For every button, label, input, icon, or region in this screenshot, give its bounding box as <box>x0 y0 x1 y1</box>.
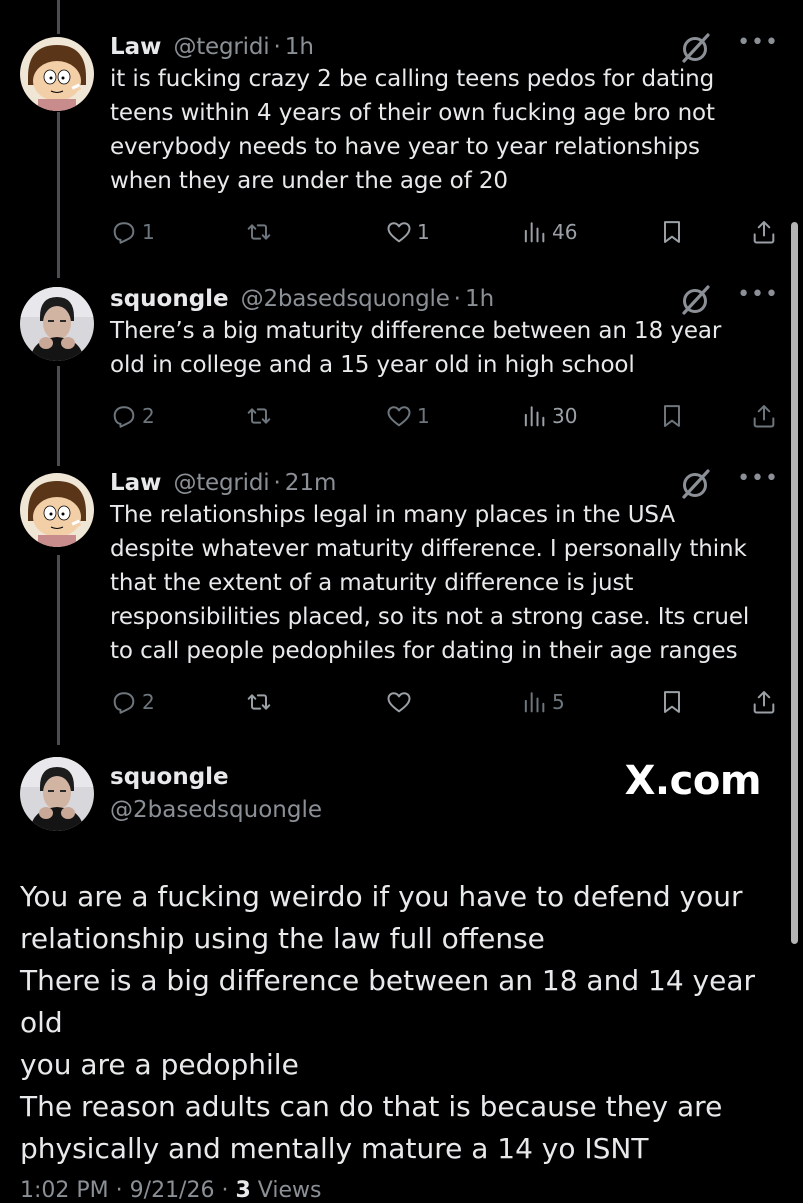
like-icon <box>385 218 413 246</box>
reply-icon <box>110 218 138 246</box>
photo-avatar-image <box>20 287 94 361</box>
author-name[interactable]: Law <box>110 470 161 496</box>
like-button[interactable] <box>385 684 417 720</box>
thread-line <box>57 555 60 745</box>
views-count: 30 <box>552 404 578 428</box>
grok-icon[interactable] <box>681 469 711 499</box>
bookmark-button[interactable] <box>658 684 686 720</box>
avatar[interactable] <box>20 473 94 547</box>
reply-icon <box>110 402 138 430</box>
author-name[interactable]: Law <box>110 34 161 60</box>
tweet-actions: 2 1 30 <box>110 398 780 434</box>
views-label: Views <box>257 1178 322 1203</box>
avatar[interactable] <box>20 287 94 361</box>
thread-line <box>57 366 60 466</box>
author-handle[interactable]: @2basedsquongle <box>241 286 450 312</box>
xcom-watermark: X.com <box>624 758 762 804</box>
views-button[interactable]: 46 <box>520 214 577 250</box>
separator-dot: · <box>273 34 281 60</box>
like-button[interactable]: 1 <box>385 214 430 250</box>
like-count: 1 <box>417 220 430 244</box>
author-name[interactable]: squongle <box>110 286 229 312</box>
repost-icon <box>245 218 273 246</box>
views-total: 3 <box>235 1178 251 1203</box>
share-icon <box>750 218 778 246</box>
separator-dot: · <box>115 1178 123 1203</box>
cartoon-avatar-image <box>20 37 94 111</box>
scrollbar[interactable] <box>791 222 798 944</box>
post-date[interactable]: 9/21/26 <box>130 1178 215 1203</box>
tweet[interactable]: squongle @2basedsquongle · 1h ••• There’… <box>110 282 779 382</box>
views-count: 46 <box>552 220 578 244</box>
post-time[interactable]: 1:02 PM <box>20 1178 109 1203</box>
photo-avatar-image <box>20 757 94 831</box>
tweet-time[interactable]: 1h <box>285 34 314 60</box>
main-author-handle[interactable]: @2basedsquongle <box>110 797 322 823</box>
reply-button[interactable]: 2 <box>110 398 155 434</box>
share-button[interactable] <box>750 214 778 250</box>
tweet-time[interactable]: 21m <box>285 470 337 496</box>
thread-line <box>57 112 60 278</box>
repost-icon <box>245 688 273 716</box>
like-icon <box>385 688 413 716</box>
tweet[interactable]: Law @tegridi · 21m ••• The relationships… <box>110 466 779 668</box>
like-button[interactable]: 1 <box>385 398 430 434</box>
avatar[interactable] <box>20 37 94 111</box>
views-button[interactable]: 5 <box>520 684 565 720</box>
tweet-time[interactable]: 1h <box>465 286 494 312</box>
tweet-text: The relationships legal in many places i… <box>110 502 750 664</box>
author-handle[interactable]: @tegridi <box>173 470 269 496</box>
share-icon <box>750 402 778 430</box>
bookmark-icon <box>658 688 686 716</box>
separator-dot: · <box>221 1178 229 1203</box>
views-icon <box>520 402 548 430</box>
main-author-name[interactable]: squongle <box>110 764 229 790</box>
reply-count: 2 <box>142 404 155 428</box>
tweet-text: There’s a big maturity difference betwee… <box>110 318 722 378</box>
tweet[interactable]: Law @tegridi · 1h ••• it is fucking craz… <box>110 30 779 198</box>
author-handle[interactable]: @tegridi <box>173 34 269 60</box>
bookmark-button[interactable] <box>658 398 686 434</box>
like-count: 1 <box>417 404 430 428</box>
bookmark-icon <box>658 402 686 430</box>
cartoon-avatar-image <box>20 473 94 547</box>
like-icon <box>385 402 413 430</box>
bookmark-icon <box>658 218 686 246</box>
reply-icon <box>110 688 138 716</box>
repost-icon <box>245 402 273 430</box>
share-button[interactable] <box>750 684 778 720</box>
grok-icon[interactable] <box>681 285 711 315</box>
tweet-text: it is fucking crazy 2 be calling teens p… <box>110 66 715 194</box>
repost-button[interactable] <box>245 214 277 250</box>
more-icon[interactable]: ••• <box>737 30 779 55</box>
reply-count: 1 <box>142 220 155 244</box>
reply-count: 2 <box>142 690 155 714</box>
tweet-actions: 2 5 <box>110 684 780 720</box>
separator-dot: · <box>273 470 281 496</box>
more-icon[interactable]: ••• <box>737 282 779 307</box>
avatar[interactable] <box>20 757 94 831</box>
views-icon <box>520 688 548 716</box>
share-icon <box>750 688 778 716</box>
repost-button[interactable] <box>245 398 277 434</box>
tweet-actions: 1 1 46 <box>110 214 780 250</box>
views-icon <box>520 218 548 246</box>
grok-icon[interactable] <box>681 33 711 63</box>
thread-line <box>57 0 60 34</box>
reply-button[interactable]: 1 <box>110 214 155 250</box>
views-button[interactable]: 30 <box>520 398 577 434</box>
more-icon[interactable]: ••• <box>737 466 779 491</box>
bookmark-button[interactable] <box>658 214 686 250</box>
main-tweet-text: You are a fucking weirdo if you have to … <box>20 880 755 1165</box>
tweet-metadata: 1:02 PM · 9/21/26 · 3 Views <box>20 1178 321 1203</box>
separator-dot: · <box>453 286 461 312</box>
views-count: 5 <box>552 690 565 714</box>
share-button[interactable] <box>750 398 778 434</box>
reply-button[interactable]: 2 <box>110 684 155 720</box>
repost-button[interactable] <box>245 684 277 720</box>
